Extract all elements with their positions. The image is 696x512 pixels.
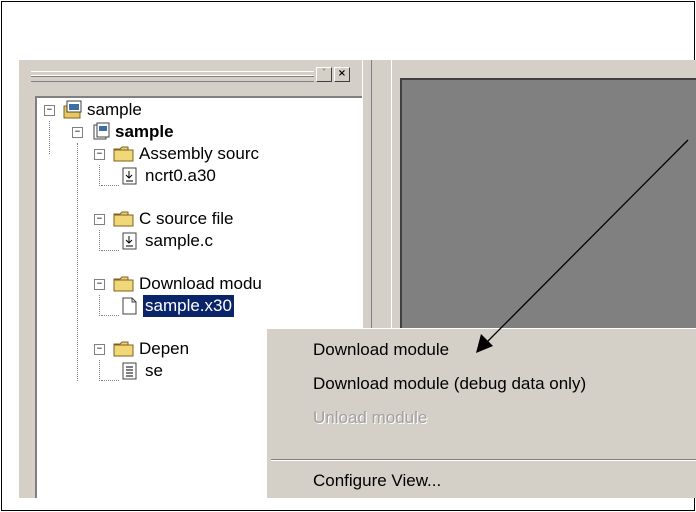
annotation-arrow: [476, 139, 689, 353]
